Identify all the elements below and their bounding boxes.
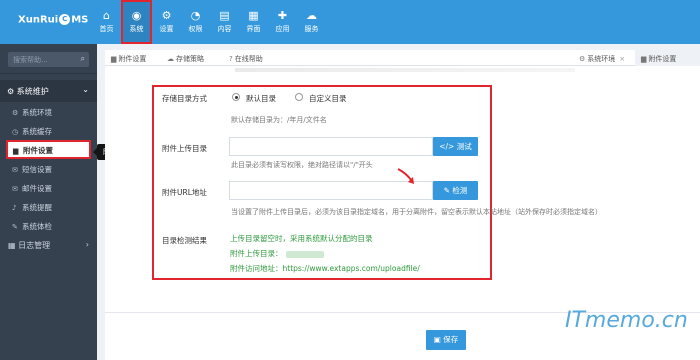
sidebar-item-sms[interactable]: ✉ 短信设置 [0,159,97,178]
nav-content[interactable]: ▤ 内容 [210,0,239,44]
sidebar-group-logs[interactable]: ▦ 日志管理 › [0,235,97,255]
result-line-3: 附件访问地址：https://www.extapps.com/uploadfil… [230,264,420,273]
clipped-text [235,68,575,72]
result-label: 目录检测结果 [162,236,207,245]
check-button[interactable]: ✎ 检测 [433,181,478,200]
cloud-icon: ☁ [167,55,174,63]
puzzle-icon: ✚ [277,9,288,22]
radio-custom-label: 自定义目录 [309,94,347,103]
tab-attachment-settings-active[interactable]: ▆ 附件设置 [635,50,700,66]
nav-home[interactable]: ⌂ 首页 [92,0,121,44]
upload-dir-input[interactable] [229,137,433,156]
gear-icon: ⚙ [12,109,19,117]
storage-mode-label: 存储目录方式 [162,94,207,103]
result-line-2: 附件上传目录： [230,248,324,259]
default-dir-hint: 默认存储目录为：/年月/文件名 [231,116,327,124]
nav-apps[interactable]: ✚ 应用 [268,0,297,44]
url-label: 附件URL地址 [162,188,207,197]
result-line-1: 上传目录留空时，采用系统默认分配的目录 [230,234,373,243]
wrench-icon: ✎ [12,223,18,231]
url-hint: 当设置了附件上传目录后，必须为该目录指定域名，用于分离附件，留空表示默认本站地址… [231,208,602,216]
tab-system-env[interactable]: ⚙ 系统环境 × [573,50,631,66]
mail-icon: ✉ [12,185,18,193]
save-button[interactable]: ▣ 保存 [426,330,466,350]
nav-system[interactable]: ◉ 系统 [121,0,152,44]
close-icon[interactable]: × [619,55,625,63]
radio-default[interactable] [232,93,240,101]
watermark: ITmemo.cn [565,308,688,333]
sidebar-item-environment[interactable]: ⚙ 系统环境 [0,102,97,121]
content-icon: ▤ [219,9,230,22]
nav-settings[interactable]: ⚙ 设置 [152,0,181,44]
top-navbar: XunRui C MS ⌂ 首页 ◉ 系统 ⚙ 设置 ◔ 权限 ▤ 内容 ▦ 界面 ✚ 应用 ☁ 服… [0,0,700,44]
search-input[interactable]: 搜索帮助... ⌕ [8,52,89,67]
home-icon: ⌂ [103,9,110,22]
sidebar-group-maintenance[interactable]: ⚙ 系统维护 ⌄ [0,80,97,102]
upload-dir-label: 附件上传目录 [162,144,207,153]
blurred-path [285,250,324,258]
sidebar-item-cache[interactable]: ◷ 系统缓存 [0,121,97,140]
folder-icon: ▆ [111,55,117,63]
sidebar-search: 搜索帮助... ⌕ [0,44,97,74]
nav-services[interactable]: ☁ 服务 [297,0,326,44]
tab-attachment-settings[interactable]: ▆ 附件设置 [105,50,152,66]
upload-dir-hint: 此目录必须有读写权限，绝对路径请以"/"开头 [231,161,373,169]
help-icon: ? [229,55,233,63]
cloud-icon: ☁ [306,9,317,22]
system-icon: ◉ [131,9,142,22]
save-icon: ▣ [433,335,444,344]
nav-interface[interactable]: ▦ 界面 [239,0,268,44]
tab-storage-policy[interactable]: ☁ 存储策略 [161,50,210,66]
sidebar: 搜索帮助... ⌕ ⚙ 系统维护 ⌄ ⚙ 系统环境 ◷ 系统缓存 ▆ 附件设置 ✉ 短信… [0,44,97,360]
search-icon[interactable]: ⌕ [81,54,85,64]
user-icon: ◔ [190,9,201,22]
calendar-icon: ▦ [8,241,16,250]
tab-online-help[interactable]: ? 在线帮助 [223,50,269,66]
logo[interactable]: XunRui C MS [18,14,88,26]
bell-icon: ♪ [12,204,17,212]
radio-custom[interactable] [295,93,303,101]
gear-icon: ⚙ [579,55,586,63]
tab-bar: ▆ 附件设置 ☁ 存储策略 ? 在线帮助 ⚙ 系统环境 × ▆ 附件设置 [105,50,700,66]
radio-default-label: 默认目录 [246,94,276,103]
sidebar-item-email[interactable]: ✉ 邮件设置 [0,178,97,197]
sidebar-item-checkup[interactable]: ✎ 系统体检 [0,216,97,235]
clock-icon: ◷ [12,128,19,136]
envelope-icon: ✉ [12,166,18,174]
sidebar-item-attachment[interactable]: ▆ 附件设置 [6,140,91,159]
nav-permission[interactable]: ◔ 权限 [181,0,210,44]
chevron-down-icon: ⌄ [82,85,89,94]
gear-icon: ⚙ [161,9,172,22]
test-button[interactable]: </> 测试 [433,137,478,156]
gear-icon: ⚙ [7,87,15,96]
folder-icon: ▆ [641,55,647,63]
html-icon: ▦ [248,9,259,22]
chevron-right-icon: › [85,240,89,249]
sidebar-item-notify[interactable]: ♪ 系统提醒 [0,197,97,216]
folder-icon: ▆ [13,147,19,155]
top-nav: ⌂ 首页 ◉ 系统 ⚙ 设置 ◔ 权限 ▤ 内容 ▦ 界面 ✚ 应用 ☁ 服务 [92,0,326,44]
red-arrow-icon [397,168,414,184]
